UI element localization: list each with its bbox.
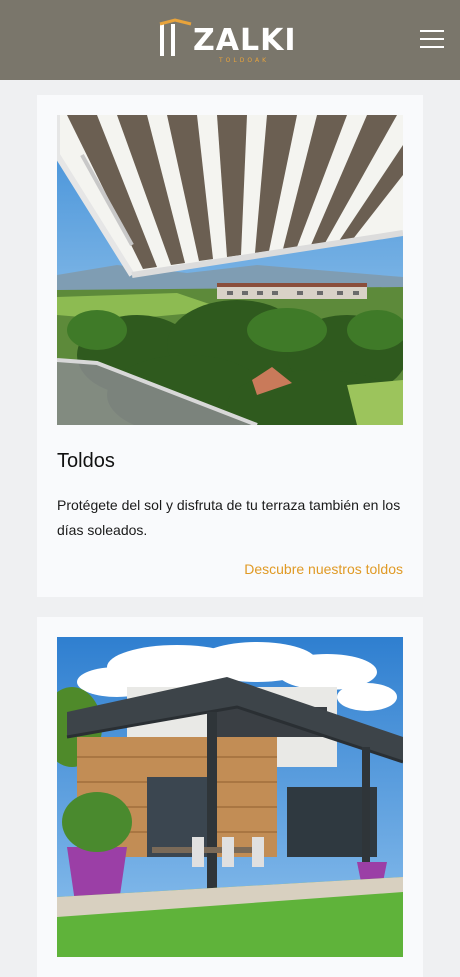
- logo-mark-icon: [159, 18, 192, 56]
- product-card-pergola: [37, 617, 423, 977]
- pergola-photo[interactable]: [57, 637, 403, 957]
- logo-text: ZALKI: [193, 23, 297, 58]
- logo-subtext: TOLDOAK: [219, 57, 270, 64]
- card-description: Protégete del sol y disfruta de tu terra…: [57, 497, 401, 538]
- site-header: ZALKI TOLDOAK: [0, 0, 460, 80]
- hamburger-menu-icon[interactable]: [420, 30, 444, 50]
- product-card-toldos: Toldos Protégete del sol y disfruta de t…: [37, 95, 423, 597]
- discover-awnings-link[interactable]: Descubre nuestros toldos: [244, 561, 403, 577]
- zalki-logo[interactable]: ZALKI TOLDOAK: [157, 16, 307, 68]
- awning-photo[interactable]: [57, 115, 403, 425]
- card-title: Toldos: [57, 450, 115, 472]
